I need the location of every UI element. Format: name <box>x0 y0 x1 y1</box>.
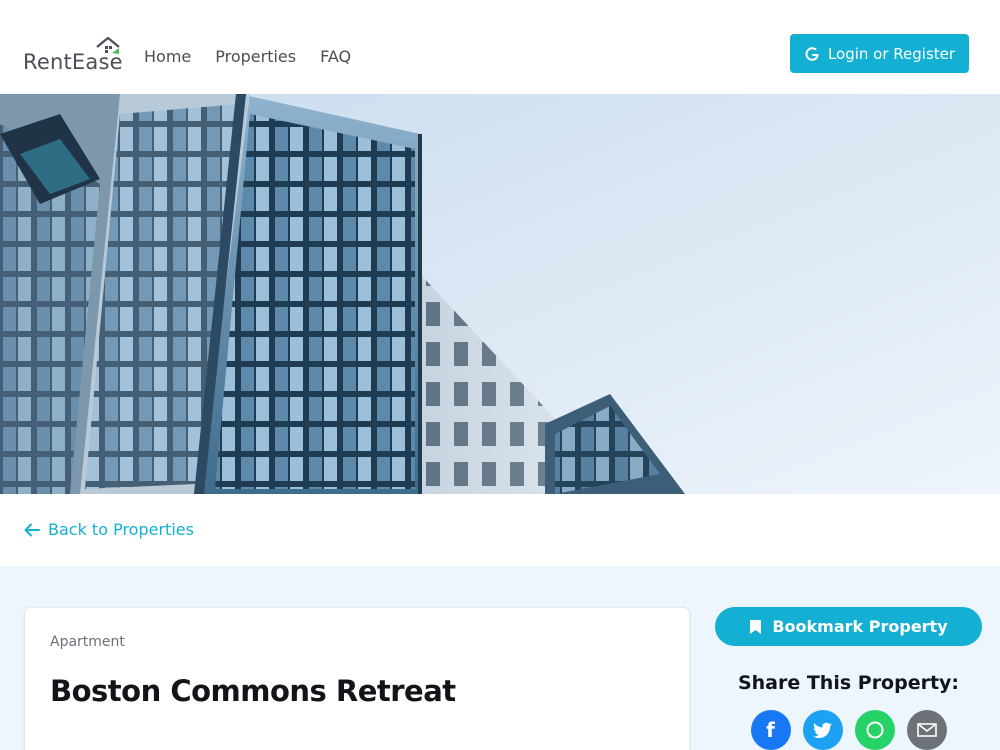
bookmark-label: Bookmark Property <box>772 617 948 636</box>
bookmark-icon <box>750 619 762 634</box>
property-content: Apartment Boston Commons Retreat Bookmar… <box>0 566 1000 750</box>
share-buttons: f <box>715 710 982 750</box>
property-sidebar: Bookmark Property Share This Property: f <box>715 607 982 750</box>
property-title: Boston Commons Retreat <box>50 674 456 708</box>
logo[interactable]: RentEase <box>23 36 123 74</box>
login-register-button[interactable]: Login or Register <box>790 34 969 73</box>
facebook-icon: f <box>766 718 775 742</box>
main-nav: Home Properties FAQ <box>144 47 351 66</box>
login-register-label: Login or Register <box>827 44 956 63</box>
house-icon <box>96 36 120 54</box>
nav-home[interactable]: Home <box>144 47 191 66</box>
site-header: RentEase Home Properties FAQ Login or Re… <box>0 0 1000 94</box>
whatsapp-share-button[interactable] <box>854 710 895 750</box>
nav-faq[interactable]: FAQ <box>320 47 351 66</box>
property-card: Apartment Boston Commons Retreat <box>24 607 690 750</box>
hero-image <box>0 94 1000 494</box>
building-photo <box>0 94 1000 494</box>
back-link-label: Back to Properties <box>48 520 194 539</box>
google-icon <box>805 46 819 61</box>
bookmark-property-button[interactable]: Bookmark Property <box>715 607 982 646</box>
twitter-share-button[interactable] <box>802 710 843 750</box>
twitter-icon <box>812 722 832 738</box>
email-icon <box>916 723 937 737</box>
email-share-button[interactable] <box>906 710 947 750</box>
share-title: Share This Property: <box>737 672 960 694</box>
facebook-share-button[interactable]: f <box>750 710 791 750</box>
nav-properties[interactable]: Properties <box>215 47 296 66</box>
back-row: Back to Properties <box>0 494 1000 566</box>
property-type: Apartment <box>50 634 125 650</box>
arrow-left-icon <box>24 523 40 536</box>
whatsapp-icon <box>866 721 883 739</box>
back-to-properties-link[interactable]: Back to Properties <box>24 520 194 539</box>
